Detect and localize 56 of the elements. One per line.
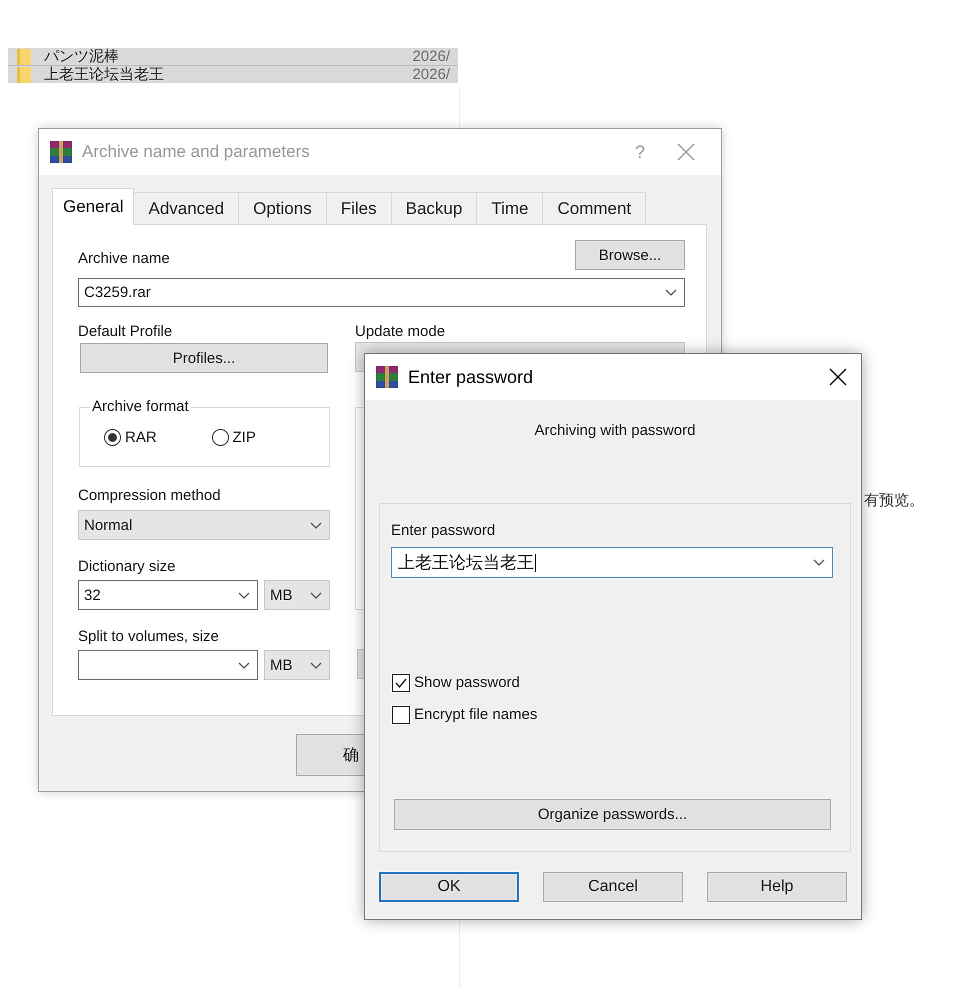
archive-name-dropdown[interactable]: C3259.rar	[78, 278, 685, 307]
folder-icon	[17, 66, 31, 82]
modified-date: 2026/	[412, 66, 450, 83]
radio-button[interactable]	[104, 428, 121, 446]
window-title: Enter password	[408, 366, 534, 388]
field-label: Update mode	[355, 323, 446, 341]
dialog-button[interactable]: Cancel	[543, 872, 683, 902]
folder-row[interactable]: パンツ泥棒 2026/	[8, 48, 458, 65]
radio-button[interactable]	[212, 428, 228, 446]
chevron-down-icon	[310, 522, 322, 528]
tab[interactable]: Comment	[542, 192, 646, 224]
volume-size-dropdown[interactable]	[78, 650, 258, 680]
checkbox-label[interactable]: Encrypt file names	[414, 706, 538, 723]
modified-date: 2026/	[412, 48, 450, 65]
chevron-down-icon	[310, 662, 322, 668]
dialog-heading: Archiving with password	[534, 422, 696, 440]
checkbox[interactable]	[392, 674, 410, 692]
password-dropdown[interactable]: 上老王论坛当老王	[391, 547, 833, 578]
checkmark-icon	[395, 678, 407, 688]
chevron-down-icon	[665, 289, 677, 296]
tab[interactable]: General	[52, 188, 134, 225]
dialog-button[interactable]: Help	[707, 872, 847, 902]
book-stack-icon	[376, 366, 398, 388]
chevron-down-icon	[238, 662, 250, 668]
radio-label[interactable]: RAR	[125, 428, 157, 446]
dialog-button[interactable]: OK	[379, 872, 519, 902]
field-label: Archive name	[78, 250, 170, 268]
text-cursor	[535, 554, 536, 572]
background-text: 有预览。	[864, 491, 924, 510]
field-label: Dictionary size	[78, 558, 176, 576]
close-icon	[677, 143, 695, 161]
checkbox-label[interactable]: Show password	[414, 674, 520, 691]
field-label: Enter password	[391, 522, 496, 540]
group-legend: Archive format	[90, 398, 191, 416]
checkbox[interactable]	[392, 706, 410, 724]
radio-label[interactable]: ZIP	[232, 428, 256, 446]
book-stack-icon	[50, 141, 72, 163]
browse-button[interactable]: Browse...	[575, 240, 685, 270]
folder-icon	[17, 48, 31, 64]
folder-name: 上老王论坛当老王	[44, 66, 164, 83]
folder-row[interactable]: 上老王论坛当老王 2026/	[8, 65, 458, 83]
field-label: Compression method	[78, 487, 221, 505]
unit-dropdown[interactable]: MB	[264, 580, 330, 610]
profiles-button[interactable]: Profiles...	[80, 343, 328, 373]
dictionary-size-dropdown[interactable]: 32	[78, 580, 258, 610]
unit-dropdown[interactable]: MB	[264, 650, 330, 680]
chevron-down-icon	[238, 592, 250, 598]
chevron-down-icon	[813, 559, 825, 566]
field-label: Default Profile	[78, 323, 172, 341]
window-title: Archive name and parameters	[82, 142, 310, 162]
close-icon	[829, 368, 847, 386]
organize-passwords-button[interactable]: Organize passwords...	[394, 799, 831, 830]
field-label: Split to volumes, size	[78, 628, 219, 646]
chevron-down-icon	[310, 592, 322, 598]
compression-method-dropdown[interactable]: Normal	[78, 510, 330, 540]
folder-name: パンツ泥棒	[44, 48, 119, 65]
